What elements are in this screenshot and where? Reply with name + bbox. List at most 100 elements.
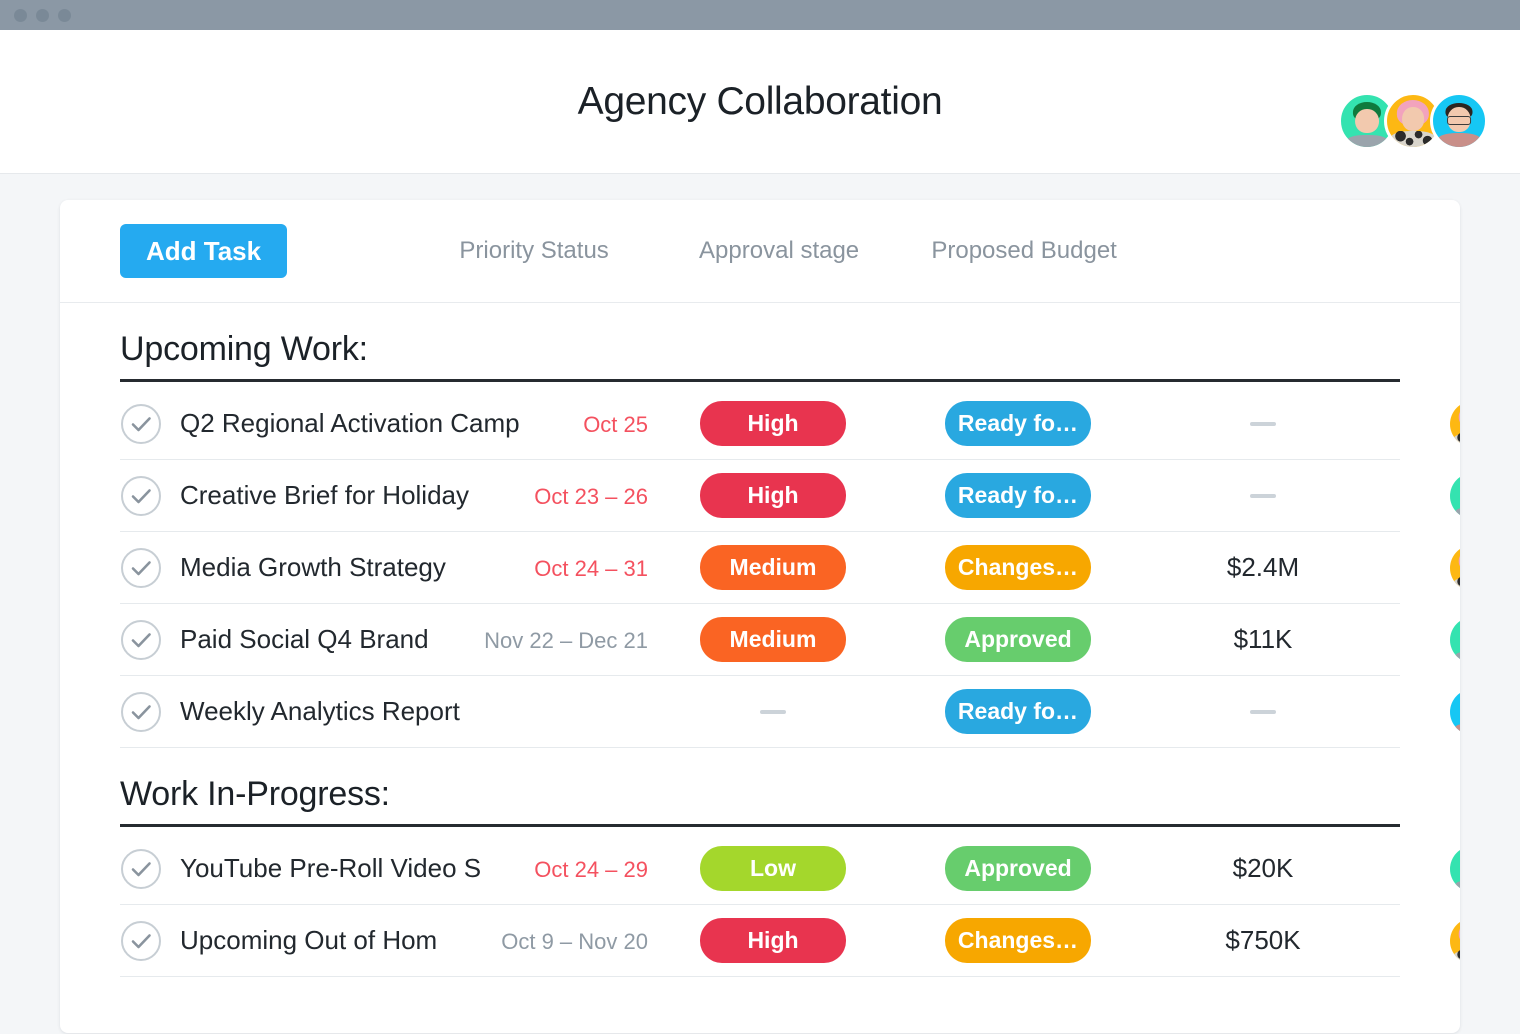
page-body: Add Task Priority Status Approval stage … [0, 174, 1520, 1033]
table-row[interactable]: Paid Social Q4 Brand Nov 22 – Dec 21 Mediu… [120, 604, 1460, 676]
status-badge-priority[interactable]: Low [700, 846, 846, 891]
task-due-date[interactable]: Oct 24 – 29 [534, 857, 648, 883]
close-dot[interactable] [14, 8, 27, 22]
cell-approval-stage[interactable]: Ready fo… [898, 689, 1138, 734]
task-complete-checkbox[interactable] [120, 403, 162, 445]
task-title-group: Upcoming Out of Hom Oct 9 – Nov 20 [180, 925, 648, 956]
task-title-group: Media Growth Strategy Oct 24 – 31 [180, 552, 648, 583]
zoom-dot[interactable] [58, 8, 71, 22]
budget-value[interactable]: $11K [1234, 624, 1293, 655]
minimize-dot[interactable] [36, 8, 49, 22]
avatar-assignee-mint[interactable] [1450, 845, 1460, 892]
task-due-date[interactable]: Nov 22 – Dec 21 [484, 628, 648, 654]
status-badge-approval[interactable]: Approved [945, 617, 1091, 662]
status-badge-approval[interactable]: Approved [945, 846, 1091, 891]
task-name[interactable]: Paid Social Q4 Brand [180, 624, 476, 655]
cell-proposed-budget[interactable] [1138, 421, 1388, 426]
task-list: Upcoming Work: Q2 Regional Activation Cam… [60, 303, 1460, 977]
cell-assignee[interactable] [1388, 400, 1460, 447]
task-name[interactable]: Upcoming Out of Hom [180, 925, 493, 956]
cell-priority-status[interactable]: Medium [648, 545, 898, 590]
task-name[interactable]: Media Growth Strategy [180, 552, 526, 583]
avatar-assignee-gold[interactable] [1450, 917, 1460, 964]
empty-value-dash [1250, 421, 1276, 426]
status-badge-priority[interactable]: High [700, 473, 846, 518]
task-list-card: Add Task Priority Status Approval stage … [60, 200, 1460, 1033]
avatar-assignee-gold[interactable] [1450, 400, 1460, 447]
cell-proposed-budget[interactable]: $750K [1138, 925, 1388, 956]
column-header-approval-stage[interactable]: Approval stage [659, 237, 899, 265]
status-badge-priority[interactable]: High [700, 401, 846, 446]
cell-priority-status[interactable]: Medium [648, 617, 898, 662]
cell-approval-stage[interactable]: Changes… [898, 545, 1138, 590]
cell-proposed-budget[interactable] [1138, 493, 1388, 498]
cell-proposed-budget[interactable]: $11K [1138, 624, 1388, 655]
status-badge-priority[interactable]: High [700, 918, 846, 963]
cell-priority-status[interactable] [648, 709, 898, 714]
cell-approval-stage[interactable]: Changes… [898, 918, 1138, 963]
cell-priority-status[interactable]: High [648, 918, 898, 963]
avatar-member-cyan[interactable] [1430, 92, 1488, 150]
cell-assignee[interactable] [1388, 917, 1460, 964]
task-name[interactable]: Q2 Regional Activation Camp [180, 408, 575, 439]
status-badge-approval[interactable]: Changes… [945, 545, 1091, 590]
section-divider [120, 379, 1400, 382]
task-complete-checkbox[interactable] [120, 475, 162, 517]
status-badge-priority[interactable]: Medium [700, 545, 846, 590]
task-complete-checkbox[interactable] [120, 547, 162, 589]
table-row[interactable]: Upcoming Out of Hom Oct 9 – Nov 20 High Cha… [120, 905, 1460, 977]
task-due-date[interactable]: Oct 23 – 26 [534, 484, 648, 510]
cell-proposed-budget[interactable] [1138, 709, 1388, 714]
task-complete-checkbox[interactable] [120, 619, 162, 661]
column-header-proposed-budget[interactable]: Proposed Budget [899, 237, 1149, 265]
task-complete-checkbox[interactable] [120, 848, 162, 890]
task-title-group: Weekly Analytics Report [180, 696, 648, 727]
window-titlebar [0, 0, 1520, 30]
task-complete-checkbox[interactable] [120, 691, 162, 733]
cell-assignee[interactable] [1388, 544, 1460, 591]
cell-assignee[interactable] [1388, 845, 1460, 892]
status-badge-approval[interactable]: Ready fo… [945, 473, 1091, 518]
task-name[interactable]: Weekly Analytics Report [180, 696, 648, 727]
cell-approval-stage[interactable]: Approved [898, 846, 1138, 891]
status-badge-priority[interactable]: Medium [700, 617, 846, 662]
cell-priority-status[interactable]: High [648, 473, 898, 518]
task-title-group: Q2 Regional Activation Camp Oct 25 [180, 408, 648, 439]
avatar-assignee-mint[interactable] [1450, 472, 1460, 519]
table-row[interactable]: Q2 Regional Activation Camp Oct 25 High Rea… [120, 388, 1460, 460]
status-badge-approval[interactable]: Ready fo… [945, 689, 1091, 734]
header-member-avatars [1338, 92, 1488, 150]
cell-approval-stage[interactable]: Ready fo… [898, 473, 1138, 518]
table-row[interactable]: YouTube Pre-Roll Video S Oct 24 – 29 Low Ap… [120, 833, 1460, 905]
cell-proposed-budget[interactable]: $2.4M [1138, 552, 1388, 583]
task-due-date[interactable]: Oct 24 – 31 [534, 556, 648, 582]
status-badge-approval[interactable]: Changes… [945, 918, 1091, 963]
budget-value[interactable]: $2.4M [1227, 552, 1299, 583]
task-due-date[interactable]: Oct 25 [583, 412, 648, 438]
table-row[interactable]: Media Growth Strategy Oct 24 – 31 Medium Ch… [120, 532, 1460, 604]
cell-approval-stage[interactable]: Ready fo… [898, 401, 1138, 446]
cell-assignee[interactable] [1388, 472, 1460, 519]
cell-priority-status[interactable]: High [648, 401, 898, 446]
task-due-date[interactable]: Oct 9 – Nov 20 [501, 929, 648, 955]
task-name[interactable]: YouTube Pre-Roll Video S [180, 853, 526, 884]
avatar-assignee-mint[interactable] [1450, 616, 1460, 663]
task-complete-checkbox[interactable] [120, 920, 162, 962]
status-badge-approval[interactable]: Ready fo… [945, 401, 1091, 446]
cell-assignee[interactable] [1388, 688, 1460, 735]
table-row[interactable]: Weekly Analytics Report Ready fo… [120, 676, 1460, 748]
task-name[interactable]: Creative Brief for Holiday [180, 480, 526, 511]
task-title-group: Paid Social Q4 Brand Nov 22 – Dec 21 [180, 624, 648, 655]
budget-value[interactable]: $20K [1233, 853, 1294, 884]
budget-value[interactable]: $750K [1225, 925, 1300, 956]
cell-assignee[interactable] [1388, 616, 1460, 663]
avatar-assignee-gold[interactable] [1450, 544, 1460, 591]
table-row[interactable]: Creative Brief for Holiday Oct 23 – 26 Hig… [120, 460, 1460, 532]
avatar-assignee-cyan[interactable] [1450, 688, 1460, 735]
column-header-priority-status[interactable]: Priority Status [409, 237, 659, 265]
cell-priority-status[interactable]: Low [648, 846, 898, 891]
cell-approval-stage[interactable]: Approved [898, 617, 1138, 662]
add-task-button[interactable]: Add Task [120, 223, 288, 279]
cell-proposed-budget[interactable]: $20K [1138, 853, 1388, 884]
section-title: Upcoming Work: [120, 330, 368, 368]
